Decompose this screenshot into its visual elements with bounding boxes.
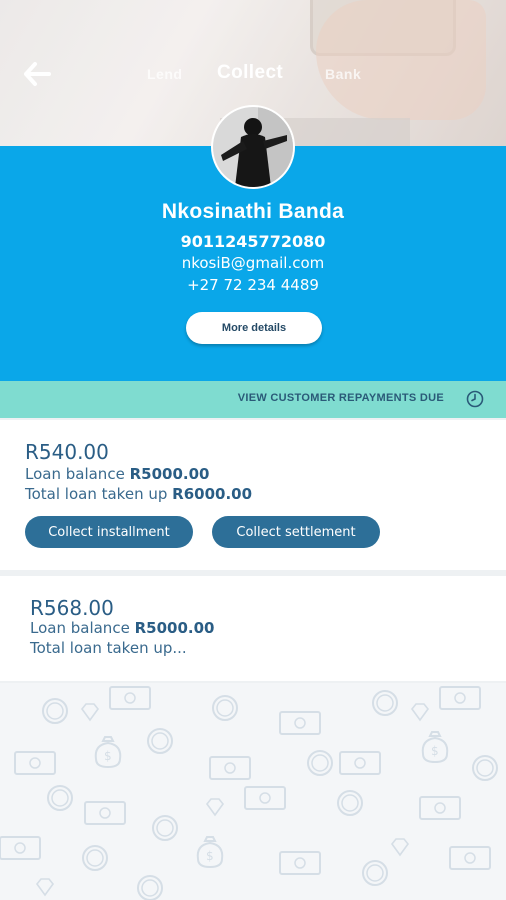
- loan-balance-line: Loan balance R5000.00: [25, 465, 209, 483]
- tab-bank[interactable]: Bank: [325, 66, 361, 82]
- total-loan-label: Total loan taken up: [25, 485, 168, 503]
- back-arrow-icon[interactable]: [22, 60, 52, 88]
- installment-amount: R568.00: [30, 596, 114, 620]
- more-details-button[interactable]: More details: [186, 312, 322, 344]
- loan-balance-label: Loan balance: [25, 465, 125, 483]
- profile-photo: [213, 107, 293, 187]
- loan-balance-label: Loan balance: [30, 619, 130, 637]
- installment-amount: R540.00: [25, 440, 109, 464]
- customer-id-number: 9011245772080: [180, 232, 326, 251]
- money-icons-pattern: $: [0, 686, 498, 900]
- customer-phone: +27 72 234 4489: [187, 276, 319, 294]
- tab-lend[interactable]: Lend: [147, 66, 182, 82]
- collect-installment-button[interactable]: Collect installment: [25, 516, 193, 548]
- top-navigation: Lend Collect Bank: [0, 56, 506, 92]
- total-loan-line: Total loan taken up R6000.00: [25, 485, 252, 503]
- loan-card[interactable]: R568.00 Loan balance R5000.00 Total loan…: [0, 576, 506, 681]
- view-repayments-due-label: VIEW CUSTOMER REPAYMENTS DUE: [237, 392, 444, 404]
- loan-card: R540.00 Loan balance R5000.00 Total loan…: [0, 420, 506, 570]
- customer-email: nkosiB@gmail.com: [181, 254, 325, 272]
- customer-name: Nkosinathi Banda: [161, 200, 345, 223]
- collect-settlement-button[interactable]: Collect settlement: [212, 516, 380, 548]
- tab-collect[interactable]: Collect: [217, 62, 283, 84]
- view-repayments-due-bar[interactable]: VIEW CUSTOMER REPAYMENTS DUE: [0, 381, 506, 418]
- loan-balance-line: Loan balance R5000.00: [30, 619, 214, 637]
- clock-icon: [466, 390, 484, 408]
- money-pattern-background: $: [0, 683, 506, 900]
- loan-balance-value: R5000.00: [134, 619, 215, 637]
- loan-balance-value: R5000.00: [129, 465, 210, 483]
- total-loan-value: R6000.00: [172, 485, 253, 503]
- avatar: [211, 105, 295, 189]
- total-loan-label: Total loan taken up...: [30, 639, 187, 657]
